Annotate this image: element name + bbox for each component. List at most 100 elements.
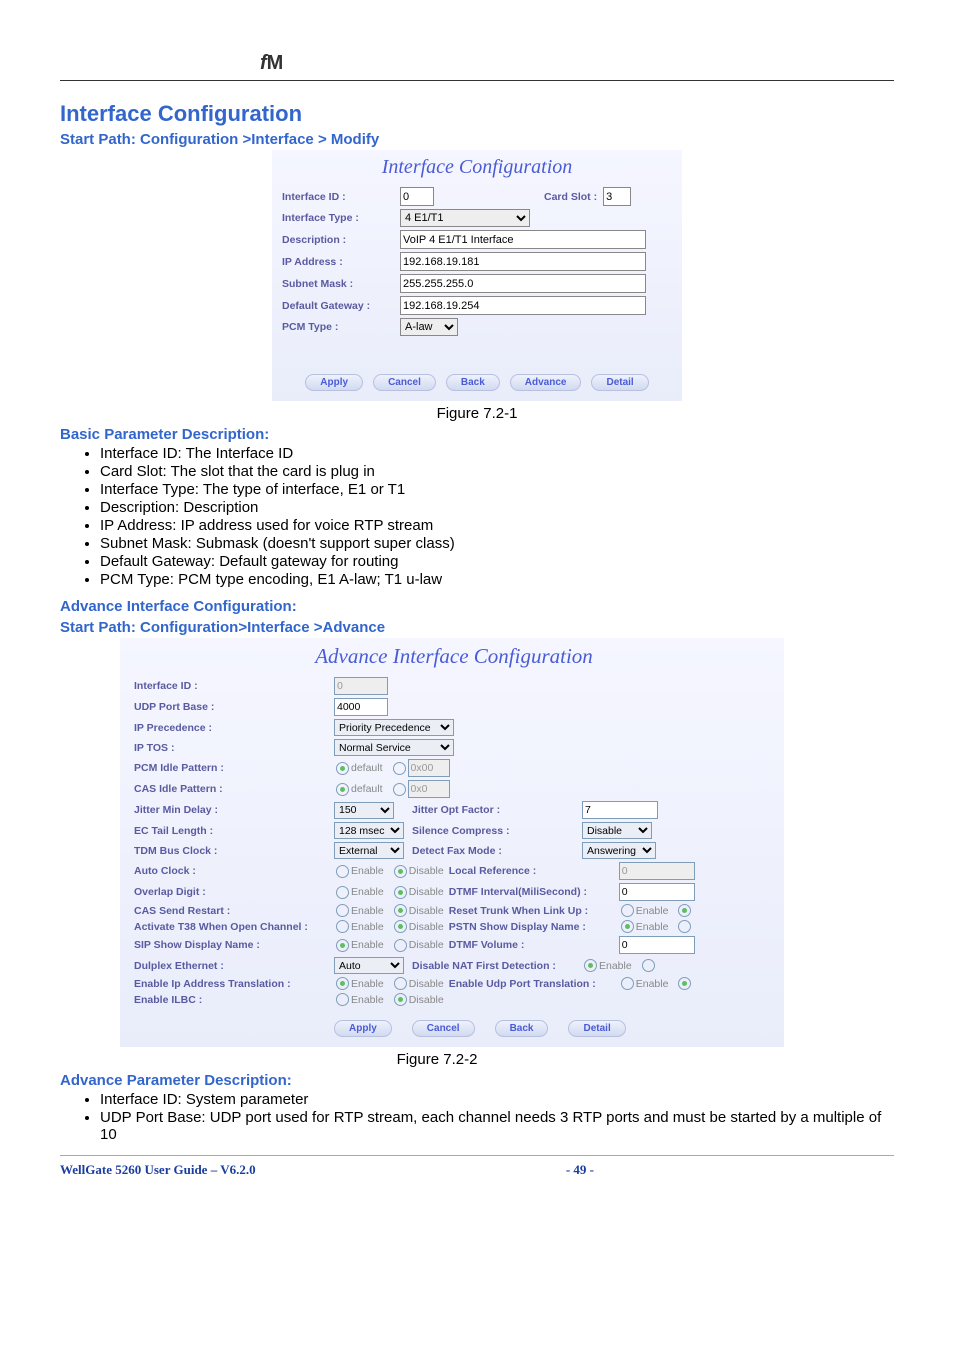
lbl-cas-idle: CAS Idle Pattern : <box>134 783 334 795</box>
figure-caption-1: Figure 7.2-1 <box>60 405 894 422</box>
input-local-ref <box>619 862 695 880</box>
input-card-slot[interactable] <box>603 187 631 206</box>
detail-button-2[interactable]: Detail <box>568 1020 625 1037</box>
interface-config-panel: Interface Configuration Interface ID : C… <box>272 150 682 401</box>
input-dtmf-interval[interactable] <box>619 883 695 901</box>
detail-button[interactable]: Detail <box>591 374 648 391</box>
radio-resettrunk-dis[interactable] <box>678 904 691 917</box>
footer-page: - 49 - <box>566 1162 594 1178</box>
input-interface-id[interactable] <box>400 187 434 206</box>
radio-ilbc-dis[interactable] <box>394 993 407 1006</box>
lbl-ec-tail: EC Tail Length : <box>134 825 334 837</box>
lbl-subnet-mask: Subnet Mask : <box>282 278 400 290</box>
radio-ilbc-en[interactable] <box>336 993 349 1006</box>
radio-disnat-en[interactable] <box>584 959 597 972</box>
lbl-udp-trans: Enable Udp Port Translation : <box>449 978 619 990</box>
radio-t38-en[interactable] <box>336 920 349 933</box>
select-fax-mode[interactable]: Answering Fa <box>582 842 656 859</box>
lbl-interface-type: Interface Type : <box>282 212 400 224</box>
list-item: Subnet Mask: Submask (doesn't support su… <box>100 535 894 552</box>
radio-autoclk-en[interactable] <box>336 865 349 878</box>
apply-button-2[interactable]: Apply <box>334 1020 392 1037</box>
radio-cas-custom[interactable] <box>393 783 406 796</box>
input-udp-port[interactable] <box>334 698 388 716</box>
lbl-silence: Silence Compress : <box>412 825 582 837</box>
radio-autoclk-dis[interactable] <box>394 865 407 878</box>
figure-caption-2: Figure 7.2-2 <box>0 1051 894 1068</box>
select-ip-tos[interactable]: Normal Service <box>334 739 454 756</box>
radio-sip-en[interactable] <box>336 939 349 952</box>
radio-cassend-dis[interactable] <box>394 904 407 917</box>
select-jitter-min[interactable]: 150 <box>334 802 394 819</box>
lbl-disable-nat: Disable NAT First Detection : <box>412 960 582 972</box>
footer-title: WellGate 5260 User Guide – V6.2.0 <box>60 1162 256 1178</box>
lbl-ilbc: Enable ILBC : <box>134 994 334 1006</box>
radio-ipaddr-dis[interactable] <box>394 977 407 990</box>
lbl-overlap: Overlap Digit : <box>134 886 334 898</box>
advance-param-list: Interface ID: System parameter UDP Port … <box>82 1091 894 1143</box>
cancel-button-2[interactable]: Cancel <box>412 1020 475 1037</box>
lbl-default-gateway: Default Gateway : <box>282 300 400 312</box>
list-item: UDP Port Base: UDP port used for RTP str… <box>100 1109 894 1143</box>
list-item: Default Gateway: Default gateway for rou… <box>100 553 894 570</box>
select-silence[interactable]: Disable <box>582 822 652 839</box>
advance-header-2: Start Path: Configuration>Interface >Adv… <box>60 619 894 636</box>
back-button-2[interactable]: Back <box>495 1020 549 1037</box>
lbl-sip-show: SIP Show Display Name : <box>134 939 334 951</box>
lbl-pcm-type: PCM Type : <box>282 321 400 333</box>
radio-pcm-default[interactable] <box>336 762 349 775</box>
select-interface-type[interactable]: 4 E1/T1 <box>400 209 530 227</box>
select-pcm-type[interactable]: A-law <box>400 318 458 336</box>
logo: fM <box>260 52 283 75</box>
lbl-dulplex: Dulplex Ethernet : <box>134 960 334 972</box>
radio-udptrans-en[interactable] <box>621 977 634 990</box>
radio-cassend-en[interactable] <box>336 904 349 917</box>
lbl-iid2: Interface ID : <box>134 680 334 692</box>
lbl-jitter-opt: Jitter Opt Factor : <box>412 804 582 816</box>
input-ip-address[interactable] <box>400 252 646 271</box>
radio-sip-dis[interactable] <box>394 939 407 952</box>
list-item: Interface Type: The type of interface, E… <box>100 481 894 498</box>
select-tdm-bus[interactable]: External <box>334 842 404 859</box>
back-button[interactable]: Back <box>446 374 500 391</box>
input-dtmf-vol[interactable] <box>619 936 695 954</box>
radio-cas-default[interactable] <box>336 783 349 796</box>
cancel-button[interactable]: Cancel <box>373 374 436 391</box>
lbl-ip-tos: IP TOS : <box>134 742 334 754</box>
apply-button[interactable]: Apply <box>305 374 363 391</box>
lbl-jitter-min: Jitter Min Delay : <box>134 804 334 816</box>
radio-disnat-dis[interactable] <box>642 959 655 972</box>
select-ip-precedence[interactable]: Priority Precedence <box>334 719 454 736</box>
advance-button[interactable]: Advance <box>510 374 582 391</box>
radio-ipaddr-en[interactable] <box>336 977 349 990</box>
input-subnet-mask[interactable] <box>400 274 646 293</box>
input-jitter-opt[interactable] <box>582 801 658 819</box>
radio-resettrunk-en[interactable] <box>621 904 634 917</box>
radio-overlap-dis[interactable] <box>394 886 407 899</box>
input-description[interactable] <box>400 230 646 249</box>
radio-pstn-en[interactable] <box>621 920 634 933</box>
input-default-gateway[interactable] <box>400 296 646 315</box>
basic-param-list: Interface ID: The Interface ID Card Slot… <box>82 445 894 588</box>
select-dulplex[interactable]: Auto <box>334 957 404 974</box>
lbl-udp-port: UDP Port Base : <box>134 701 334 713</box>
radio-t38-dis[interactable] <box>394 920 407 933</box>
lbl-fax-mode: Detect Fax Mode : <box>412 845 582 857</box>
section-title: Interface Configuration <box>60 101 894 127</box>
radio-pstn-dis[interactable] <box>678 920 691 933</box>
radio-pcm-custom[interactable] <box>393 762 406 775</box>
lbl-pcm-idle: PCM Idle Pattern : <box>134 762 334 774</box>
list-item: Description: Description <box>100 499 894 516</box>
panel2-title: Advance Interface Configuration <box>134 644 774 669</box>
input-iid2 <box>334 677 388 695</box>
advance-header-1: Advance Interface Configuration: <box>60 598 894 615</box>
lbl-auto-clock: Auto Clock : <box>134 865 334 877</box>
start-path-1: Start Path: Configuration >Interface > M… <box>60 131 894 148</box>
radio-overlap-en[interactable] <box>336 886 349 899</box>
radio-udptrans-dis[interactable] <box>678 977 691 990</box>
input-cas-idle <box>408 780 450 798</box>
lbl-pstn-show: PSTN Show Display Name : <box>449 921 619 933</box>
select-ec-tail[interactable]: 128 msec <box>334 822 404 839</box>
list-item: Interface ID: System parameter <box>100 1091 894 1108</box>
basic-param-header: Basic Parameter Description: <box>60 426 894 443</box>
